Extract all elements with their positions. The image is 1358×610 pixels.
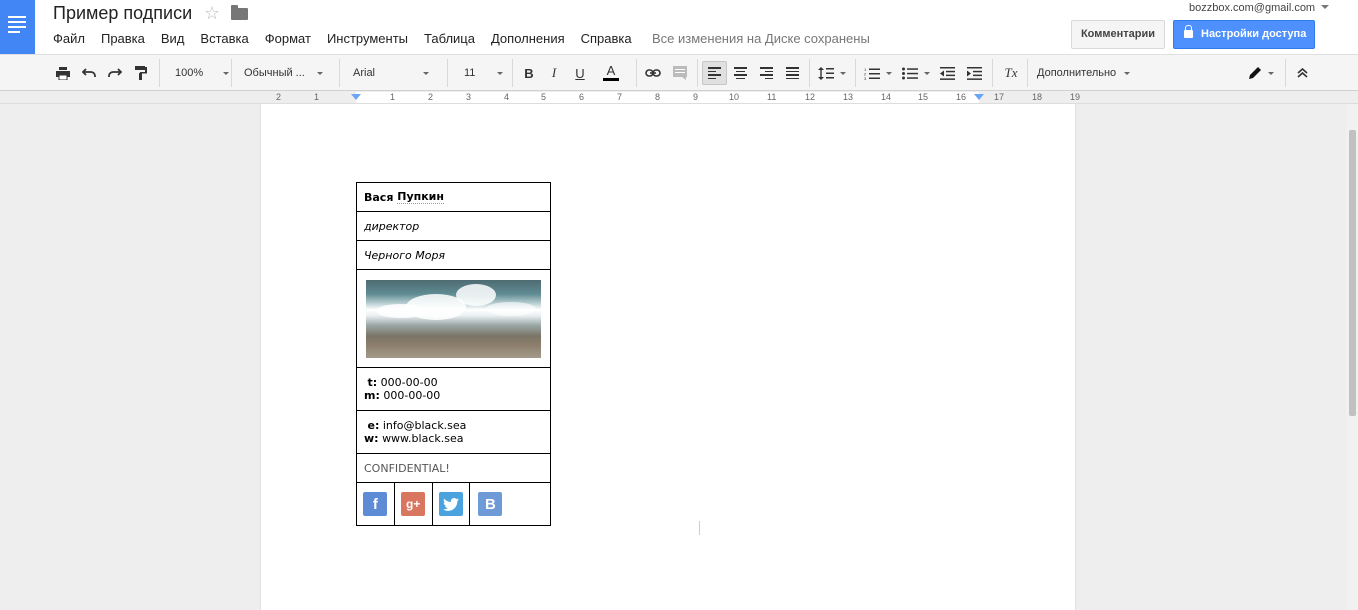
signature-title-cell[interactable]: директор [357, 212, 550, 241]
email-value: info@black.sea [382, 419, 467, 432]
vk-icon[interactable]: B [478, 492, 503, 516]
signature-first-name: Вася [364, 190, 394, 204]
confidential-text: CONFIDENTIAL! [364, 461, 450, 475]
text-cursor [699, 521, 700, 535]
social-cell-facebook[interactable]: f [357, 483, 395, 525]
menu-edit[interactable]: Правка [101, 31, 145, 46]
save-status: Все изменения на Диске сохранены [652, 31, 870, 46]
right-indent-marker[interactable] [974, 94, 984, 100]
phone-t-label: t: [367, 376, 378, 389]
bold-button[interactable]: B [520, 55, 538, 91]
ruler: 2 1 1 2 3 4 5 6 7 8 9 10 11 12 13 14 15 … [0, 91, 1358, 104]
web-value: www.black.sea [382, 432, 464, 445]
print-icon[interactable] [52, 55, 74, 91]
style-select[interactable]: Обычный ... [244, 55, 323, 91]
undo-icon[interactable] [78, 55, 100, 91]
text-color-glyph: A [606, 63, 616, 78]
menu-view[interactable]: Вид [161, 31, 185, 46]
signature-place: Черного Моря [364, 248, 446, 262]
phone-m-value: 000-00-00 [383, 389, 441, 402]
web-label: w: [364, 432, 379, 445]
more-button[interactable]: Дополнительно [1037, 55, 1131, 91]
social-cell-vk[interactable]: B [470, 483, 550, 525]
paint-format-icon[interactable] [130, 55, 152, 91]
lock-icon [1184, 25, 1193, 38]
align-center-button[interactable] [729, 55, 751, 91]
comment-icon[interactable] [669, 55, 691, 91]
social-cell-twitter[interactable] [433, 483, 471, 525]
left-indent-marker[interactable] [351, 94, 361, 100]
account-caret-icon[interactable] [1321, 5, 1329, 9]
google-plus-icon[interactable]: g+ [401, 492, 426, 516]
signature-confidential-cell[interactable]: CONFIDENTIAL! [357, 454, 550, 483]
document-title[interactable]: Пример подписи [53, 3, 192, 24]
facebook-icon[interactable]: f [363, 492, 388, 516]
editing-mode-pencil-icon[interactable] [1244, 55, 1278, 91]
signature-photo-cell[interactable] [357, 270, 550, 368]
phone-t-value: 000-00-00 [380, 376, 438, 389]
social-cell-googleplus[interactable]: g+ [395, 483, 433, 525]
comments-button[interactable]: Комментарии [1071, 20, 1165, 49]
docs-home-icon[interactable] [0, 0, 35, 54]
line-spacing-icon[interactable] [816, 55, 848, 91]
menu-format[interactable]: Формат [265, 31, 311, 46]
menu-table[interactable]: Таблица [424, 31, 475, 46]
italic-button[interactable]: I [545, 55, 563, 91]
bulleted-list-icon[interactable] [899, 55, 933, 91]
signature-last-name: Пупкин [397, 190, 444, 204]
signature-phone-cell[interactable]: t: 000-00-00 m: 000-00-00 [357, 368, 550, 411]
link-icon[interactable] [642, 55, 664, 91]
signature-name-cell[interactable]: Вася Пупкин [357, 183, 550, 212]
sea-wave-image[interactable] [366, 279, 541, 358]
signature-table[interactable]: Вася Пупкин директор Черного Моря t: 000… [356, 182, 551, 526]
font-select[interactable]: Arial [353, 55, 430, 91]
align-right-button[interactable] [755, 55, 777, 91]
signature-title: директор [364, 219, 420, 233]
svg-text:3: 3 [864, 76, 867, 80]
star-icon[interactable]: ☆ [204, 3, 220, 24]
menu-addons[interactable]: Дополнения [491, 31, 565, 46]
align-justify-button[interactable] [781, 55, 803, 91]
collapse-chevron-icon[interactable] [1291, 55, 1313, 91]
align-left-button[interactable] [702, 61, 727, 85]
numbered-list-icon[interactable]: 123 [861, 55, 895, 91]
clear-formatting-button[interactable]: Tx [999, 55, 1023, 91]
zoom-select[interactable]: 100% [175, 55, 230, 91]
decrease-indent-icon[interactable] [936, 55, 958, 91]
scrollbar-thumb[interactable] [1349, 130, 1356, 416]
underline-button[interactable]: U [571, 55, 589, 91]
folder-icon[interactable] [231, 5, 248, 20]
redo-icon[interactable] [104, 55, 126, 91]
email-label: e: [367, 419, 380, 432]
signature-social-row: f g+ B [357, 483, 550, 525]
text-color-button[interactable]: A [596, 55, 626, 91]
toolbar: 100% Обычный ... Arial 11 B I U A 123 Tx… [0, 54, 1358, 91]
phone-m-label: m: [364, 389, 380, 402]
vertical-scrollbar[interactable] [1346, 104, 1358, 610]
font-size-select[interactable]: 11 [464, 55, 504, 91]
app-header: Пример подписи ☆ Файл Правка Вид Вставка… [0, 0, 1358, 54]
signature-contact-cell[interactable]: e: info@black.sea w: www.black.sea [357, 411, 550, 454]
signature-place-cell[interactable]: Черного Моря [357, 241, 550, 270]
menu-bar: Файл Правка Вид Вставка Формат Инструмен… [53, 31, 648, 46]
account-email[interactable]: bozzbox.com@gmail.com [1189, 2, 1315, 14]
menu-help[interactable]: Справка [581, 31, 632, 46]
share-button-label: Настройки доступа [1201, 28, 1307, 40]
menu-insert[interactable]: Вставка [200, 31, 248, 46]
menu-tools[interactable]: Инструменты [327, 31, 408, 46]
twitter-icon[interactable] [438, 492, 463, 516]
increase-indent-icon[interactable] [963, 55, 985, 91]
share-button[interactable]: Настройки доступа [1173, 20, 1315, 49]
menu-file[interactable]: Файл [53, 31, 85, 46]
